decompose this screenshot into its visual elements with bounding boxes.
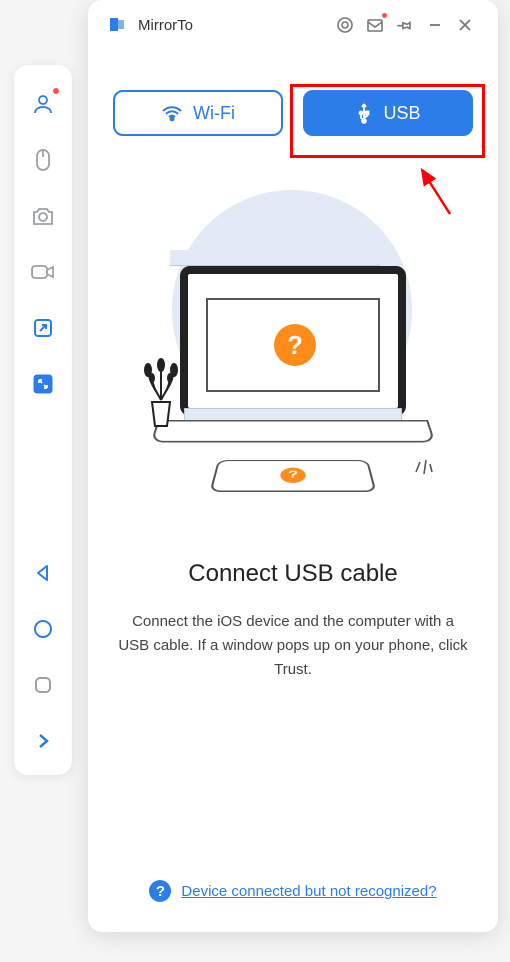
main-window: MirrorTo Wi-Fi USB [88, 0, 498, 932]
tab-wifi-label: Wi-Fi [193, 103, 235, 124]
sidebar [14, 65, 72, 775]
sidebar-item-video[interactable] [29, 258, 57, 286]
question-icon: ? [274, 324, 316, 366]
question-icon: ? [280, 468, 306, 483]
sidebar-item-recent[interactable] [29, 671, 57, 699]
plant-decoration [138, 350, 184, 440]
titlebar-pin-icon[interactable] [390, 12, 420, 38]
wifi-icon [161, 104, 183, 122]
help-icon: ? [149, 880, 171, 902]
sidebar-item-account[interactable] [29, 90, 57, 118]
illustration-container: ? ? [88, 156, 498, 534]
app-logo-icon [106, 14, 128, 36]
app-title: MirrorTo [138, 17, 193, 34]
sidebar-item-camera[interactable] [29, 202, 57, 230]
usb-icon [355, 102, 373, 124]
notification-dot [53, 88, 59, 94]
titlebar-settings-icon[interactable] [330, 12, 360, 38]
sidebar-item-back[interactable] [29, 559, 57, 587]
titlebar-mail-icon[interactable] [360, 12, 390, 38]
sidebar-item-expand[interactable] [29, 314, 57, 342]
help-link[interactable]: Device connected but not recognized? [181, 883, 436, 900]
notification-dot [382, 13, 387, 18]
connect-illustration: ? ? [138, 180, 448, 520]
sidebar-item-home[interactable] [29, 615, 57, 643]
tab-usb-label: USB [383, 103, 420, 124]
sidebar-item-fullscreen[interactable] [29, 370, 57, 398]
page-heading: Connect USB cable [88, 560, 498, 588]
tab-wifi[interactable]: Wi-Fi [113, 90, 283, 136]
phone-illustration: ? [209, 460, 376, 492]
tab-usb[interactable]: USB [303, 90, 473, 136]
titlebar: MirrorTo [88, 0, 498, 50]
sparkle-decoration [412, 454, 442, 478]
sidebar-item-mouse[interactable] [29, 146, 57, 174]
sidebar-item-forward[interactable] [29, 727, 57, 755]
footer-help: ? Device connected but not recognized? [88, 854, 498, 932]
titlebar-close-icon[interactable] [450, 12, 480, 38]
page-description: Connect the iOS device and the computer … [88, 610, 498, 682]
titlebar-minimize-icon[interactable] [420, 12, 450, 38]
connection-tabs: Wi-Fi USB [88, 50, 498, 156]
